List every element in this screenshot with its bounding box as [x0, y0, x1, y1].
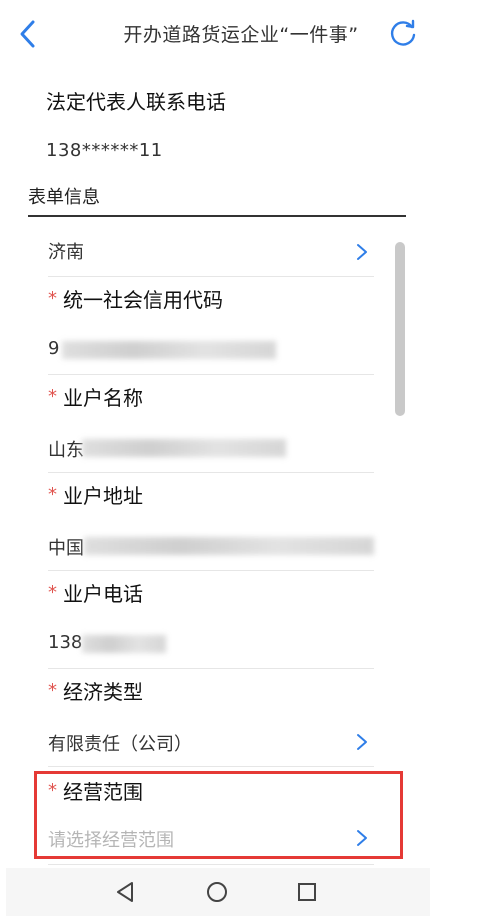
- divider: [48, 472, 374, 473]
- business-address-input[interactable]: 中国: [48, 534, 374, 560]
- redaction-blur: [84, 537, 374, 555]
- nav-recent-icon[interactable]: [293, 878, 321, 906]
- economic-type-label-row: * 经济类型: [48, 676, 374, 705]
- required-marker: *: [48, 386, 57, 407]
- redaction-blur: [82, 635, 166, 653]
- header-bar: 开办道路货运企业“一件事”: [0, 0, 482, 68]
- city-value: 济南: [48, 242, 84, 263]
- business-phone-label: 业户电话: [63, 582, 143, 606]
- credit-code-label-row: * 统一社会信用代码: [48, 284, 374, 313]
- divider: [48, 668, 374, 669]
- economic-type-value: 有限责任（公司）: [48, 734, 192, 755]
- nav-back-icon[interactable]: [112, 878, 140, 906]
- business-name-label: 业户名称: [63, 386, 143, 410]
- system-nav-bar: [6, 868, 430, 916]
- highlight-box: [34, 771, 403, 859]
- business-address-label: 业户地址: [63, 484, 143, 508]
- divider: [48, 374, 374, 375]
- credit-code-label: 统一社会信用代码: [63, 288, 223, 312]
- economic-type-select[interactable]: 有限责任（公司）: [48, 730, 374, 756]
- divider: [48, 864, 374, 865]
- chevron-right-icon: [357, 734, 367, 750]
- business-address-value: 中国: [48, 538, 84, 559]
- required-marker: *: [48, 582, 57, 603]
- business-phone-label-row: * 业户电话: [48, 578, 374, 607]
- required-marker: *: [48, 680, 57, 701]
- chevron-right-icon: [357, 244, 367, 260]
- city-select[interactable]: 济南: [48, 238, 374, 278]
- required-marker: *: [48, 288, 57, 309]
- legal-rep-phone-label: 法定代表人联系电话: [46, 90, 226, 114]
- section-divider: [28, 215, 406, 217]
- credit-code-value: 9: [48, 338, 60, 359]
- business-name-input[interactable]: 山东: [48, 436, 374, 462]
- business-name-label-row: * 业户名称: [48, 382, 374, 411]
- redaction-blur: [82, 439, 286, 457]
- business-phone-input[interactable]: 138: [48, 632, 374, 658]
- section-title: 表单信息: [28, 187, 100, 208]
- economic-type-label: 经济类型: [63, 680, 143, 704]
- legal-rep-phone-value: 138******11: [46, 140, 163, 161]
- divider: [48, 276, 374, 277]
- scrollbar[interactable]: [395, 242, 405, 416]
- business-phone-value: 138: [48, 632, 83, 653]
- redaction-blur: [62, 341, 276, 359]
- divider: [48, 570, 374, 571]
- business-name-value: 山东: [48, 440, 84, 461]
- business-address-label-row: * 业户地址: [48, 480, 374, 509]
- credit-code-input[interactable]: 9: [48, 338, 374, 364]
- refresh-icon[interactable]: [388, 18, 418, 48]
- divider: [48, 766, 374, 767]
- nav-home-icon[interactable]: [203, 878, 231, 906]
- required-marker: *: [48, 484, 57, 505]
